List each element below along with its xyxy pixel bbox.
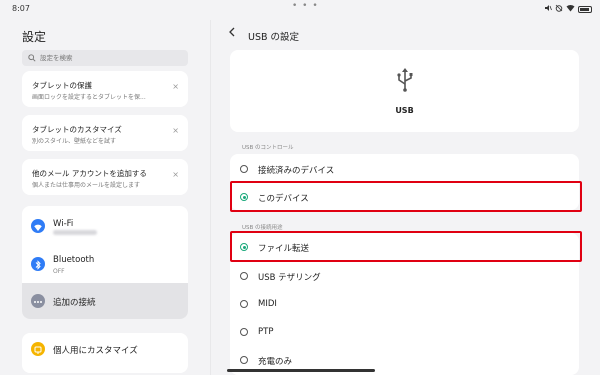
section-header-usb-control: USB のコントロール: [242, 145, 294, 151]
sidebar-item-label: Bluetooth: [53, 255, 95, 265]
sidebar-item-more-connections[interactable]: 追加の接続: [22, 283, 188, 319]
suggestion-subtitle: 別のスタイル、壁紙などを試す: [32, 138, 117, 145]
dismiss-icon[interactable]: ×: [172, 82, 179, 91]
suggestion-title: タブレットの保護: [32, 81, 92, 90]
sidebar-item-customize[interactable]: 個人用にカスタマイズ: [22, 333, 188, 373]
suggestion-card-email[interactable]: 他のメール アカウントを追加する 個人または仕事用のメールを設定します ×: [22, 159, 188, 195]
radio-button[interactable]: [240, 328, 248, 336]
option-file-transfer[interactable]: ファイル転送: [230, 234, 579, 261]
dismiss-icon[interactable]: ×: [172, 170, 179, 179]
option-connected-device[interactable]: 接続済みのデバイス: [230, 156, 579, 183]
mute-icon: [544, 4, 552, 14]
usb-settings-pane: USB の設定 USB USB のコントロール 接続済みのデバイス このデバイス…: [210, 20, 600, 375]
section-header-usb-purpose: USB の接続用途: [242, 225, 283, 231]
suggestion-card-protect[interactable]: タブレットの保護 画面ロックを設定するとタブレットを保... ×: [22, 71, 188, 107]
radio-button[interactable]: [240, 165, 248, 173]
back-chevron-icon[interactable]: [228, 27, 236, 40]
radio-button-selected[interactable]: [240, 243, 248, 251]
search-input[interactable]: [40, 54, 180, 62]
bluetooth-icon: [31, 257, 45, 271]
option-label: PTP: [258, 327, 274, 337]
radio-button[interactable]: [240, 300, 248, 308]
radio-button-selected[interactable]: [240, 193, 248, 201]
option-usb-tethering[interactable]: USB テザリング: [230, 263, 579, 290]
sidebar-item-label: Wi-Fi: [53, 219, 74, 229]
status-time: 8:07: [12, 4, 30, 13]
radio-button[interactable]: [240, 356, 248, 364]
wifi-icon: [566, 4, 575, 14]
option-this-device[interactable]: このデバイス: [230, 184, 579, 211]
option-label: このデバイス: [258, 194, 309, 204]
suggestion-card-customize[interactable]: タブレットのカスタマイズ 別のスタイル、壁紙などを試す ×: [22, 115, 188, 151]
option-label: 接続済みのデバイス: [258, 166, 335, 176]
search-bar[interactable]: [22, 50, 188, 66]
usb-icon: [397, 68, 413, 92]
option-midi[interactable]: MIDI: [230, 291, 579, 318]
more-icon: [31, 294, 45, 308]
wifi-network-name-redacted: [53, 230, 97, 235]
radio-button[interactable]: [240, 272, 248, 280]
sidebar-item-label: 追加の接続: [53, 298, 96, 308]
sidebar-item-wifi[interactable]: Wi-Fi: [22, 208, 188, 244]
option-label: ファイル転送: [258, 244, 310, 254]
suggestion-subtitle: 画面ロックを設定するとタブレットを保...: [32, 94, 146, 101]
usb-control-options: 接続済みのデバイス このデバイス: [230, 154, 579, 210]
status-bar: 8:07 • • •: [0, 0, 600, 20]
usb-purpose-options: ファイル転送 USB テザリング MIDI PTP 充電のみ: [230, 233, 579, 375]
option-label: MIDI: [258, 299, 277, 309]
option-ptp[interactable]: PTP: [230, 319, 579, 346]
search-icon: [28, 54, 36, 62]
suggestion-title: タブレットのカスタマイズ: [32, 125, 122, 134]
sidebar-title: 設定: [22, 30, 47, 44]
bluetooth-status: OFF: [53, 268, 65, 275]
page-title: USB の設定: [248, 32, 300, 43]
status-icons: [544, 4, 592, 14]
wifi-icon: [31, 219, 45, 233]
sidebar-item-label: 個人用にカスタマイズ: [53, 346, 138, 356]
option-label: USB テザリング: [258, 273, 321, 283]
option-label: 充電のみ: [258, 357, 293, 367]
settings-sidebar: 設定 タブレットの保護 画面ロックを設定するとタブレットを保... × タブレッ…: [0, 20, 210, 375]
suggestion-title: 他のメール アカウントを追加する: [32, 169, 147, 178]
usb-label: USB: [395, 106, 414, 115]
suggestion-subtitle: 個人または仕事用のメールを設定します: [32, 182, 141, 189]
home-indicator[interactable]: [227, 369, 375, 372]
dismiss-icon[interactable]: ×: [172, 126, 179, 135]
palette-icon: [31, 342, 45, 356]
connections-card: Wi-Fi Bluetooth OFF 追加の接続: [22, 206, 188, 319]
alarm-icon: [555, 4, 563, 14]
usb-header-card: USB: [230, 50, 579, 132]
sidebar-item-bluetooth[interactable]: Bluetooth OFF: [22, 246, 188, 282]
battery-icon: [578, 5, 592, 13]
multi-window-indicator[interactable]: • • •: [292, 1, 319, 11]
